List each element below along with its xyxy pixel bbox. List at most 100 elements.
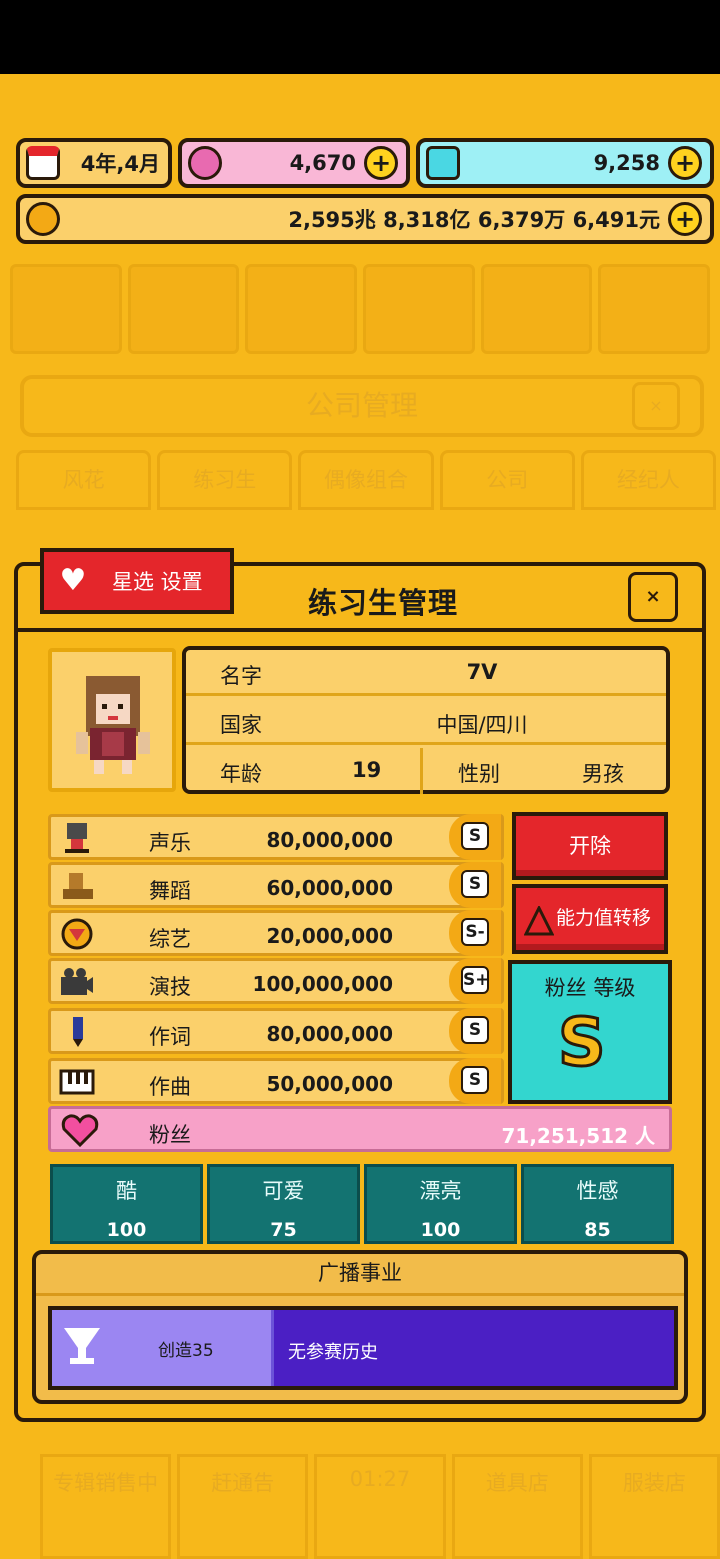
heart-icon: ♥ [59,563,87,598]
add-pink-currency-button[interactable]: + [364,146,398,180]
fire-button[interactable]: 开除 [512,812,668,880]
background-tabs: 风花 练习生 偶像组合 公司 经纪人 [16,450,717,510]
fire-button-label: 开除 [569,834,611,858]
stat-name: 演技 [149,975,191,999]
stat-row-variety: 综艺 20,000,000 S- [48,910,504,956]
nav-clothing-shop: 服装店 [588,1454,720,1559]
date-value: 4年,4月 [80,152,160,176]
attribute-name: 漂亮 [419,1179,462,1203]
trophy-icon [64,1328,100,1364]
attribute-cute: 可爱 75 [207,1164,360,1244]
bg-menu-icon [127,264,240,354]
attribute-pretty: 漂亮 100 [364,1164,517,1244]
fan-level-grade: S [557,1003,608,1083]
stat-value: 80,000,000 [266,1022,393,1046]
money-bar: 2,595兆 8,318亿 6,379万 6,491元 + [16,194,714,244]
fans-label: 粉丝 [149,1123,191,1147]
add-diamond-button[interactable]: + [668,146,702,180]
attribute-sexy: 性感 85 [521,1164,674,1244]
bottom-navigation: 专辑销售中 赶通告 01:27 道具店 服装店 [40,1454,720,1559]
nav-timer: 01:27 [314,1454,446,1559]
grade-badge: S- [461,918,489,946]
broadcast-show-entry[interactable]: 创造35 无参赛历史 [48,1306,678,1390]
boot-icon [63,873,93,899]
variety-badge-icon [61,918,93,950]
stat-grade: S- [449,910,501,956]
add-money-button[interactable]: + [668,202,702,236]
stat-row-acting: 演技 100,000,000 S+ [48,958,504,1004]
age-label: 年龄 [220,762,262,786]
broadcast-title: 广播事业 [36,1254,684,1296]
status-bar [0,0,720,74]
stat-name: 作曲 [149,1075,191,1099]
stat-grade: S [449,1058,501,1104]
bg-menu-icon [480,264,593,354]
stat-grade: S [449,1008,501,1054]
star-select-settings-button[interactable]: ♥ 星选 设置 [40,548,234,614]
grade-badge: S [461,822,489,850]
stat-row-lyrics: 作词 80,000,000 S [48,1008,504,1054]
name-label: 名字 [220,664,262,688]
name-value: 7V [466,660,498,684]
attribute-value: 75 [270,1219,297,1241]
show-name: 创造35 [158,1341,214,1361]
pen-icon [73,1017,83,1047]
trainee-portrait-icon [76,676,150,774]
ability-stats: 声乐 80,000,000 S 舞蹈 60,000,000 S 综艺 20,00… [48,814,508,1106]
pink-currency-bar: 4,670 + [178,138,410,188]
piano-icon [59,1069,95,1095]
microphone-icon [65,823,89,853]
bg-menu-icon [245,264,358,354]
background-page: 公司管理 × 风花 练习生 偶像组合 公司 经纪人 [0,250,720,550]
appearance-attributes: 酷 100 可爱 75 漂亮 100 性感 85 [50,1164,674,1244]
stat-row-composition: 作曲 50,000,000 S [48,1058,504,1104]
grade-badge: S [461,1016,489,1044]
fans-value: 71,251,512 人 [501,1124,656,1148]
country-value: 中国/四川 [436,713,528,737]
stat-value: 20,000,000 [266,924,393,948]
background-icon-row [10,264,711,354]
diamond-currency-bar: 9,258 + [416,138,714,188]
fans-row: 粉丝 71,251,512 人 [48,1106,672,1152]
pink-heart-icon [61,1114,99,1147]
calendar-icon [26,146,60,180]
ability-transfer-button[interactable]: 能力值转移 [512,884,668,954]
show-card: 创造35 [52,1310,274,1386]
age-gender-row: 年龄 19 性别 男孩 [186,748,666,794]
tab-agent: 经纪人 [580,450,717,510]
stat-value: 100,000,000 [252,972,393,996]
broadcast-career-panel: 广播事业 创造35 无参赛历史 [32,1250,688,1404]
tab-fenghua: 风花 [16,450,152,510]
bg-menu-icon [363,264,475,354]
star-select-label: 星选 设置 [112,570,203,594]
country-label: 国家 [220,713,262,737]
company-management-title: 公司管理 [20,375,704,437]
gender-label: 性别 [458,762,500,786]
attribute-name: 酷 [116,1179,137,1203]
competition-history: 无参赛历史 [288,1342,378,1363]
trainee-info-panel: 名字 7V 国家 中国/四川 年龄 19 性别 男孩 [182,646,670,794]
bg-close-icon: × [632,382,680,430]
grade-badge: S [461,870,489,898]
stat-row-dance: 舞蹈 60,000,000 S [48,862,504,908]
bg-menu-icon [598,264,711,354]
stat-value: 60,000,000 [266,876,393,900]
pink-currency-value: 4,670 [289,151,356,175]
date-display: 4年,4月 [16,138,172,188]
age-value: 19 [352,758,382,782]
close-icon[interactable]: × [628,572,678,622]
fan-level-title: 粉丝 等级 [544,976,636,1000]
country-row: 国家 中国/四川 [186,699,666,745]
nav-schedule: 赶通告 [177,1454,309,1559]
attribute-value: 100 [106,1219,147,1241]
stat-name: 舞蹈 [149,879,191,903]
stat-value: 50,000,000 [266,1072,393,1096]
tab-trainee: 练习生 [157,450,293,510]
transfer-button-label: 能力值转移 [556,907,652,929]
nav-album-sales: 专辑销售中 [40,1454,172,1559]
money-value: 2,595兆 8,318亿 6,379万 6,491元 [288,208,660,232]
tab-company: 公司 [439,450,575,510]
stat-grade: S [449,862,501,908]
attribute-cool: 酷 100 [50,1164,203,1244]
tab-idol-group: 偶像组合 [298,450,434,510]
